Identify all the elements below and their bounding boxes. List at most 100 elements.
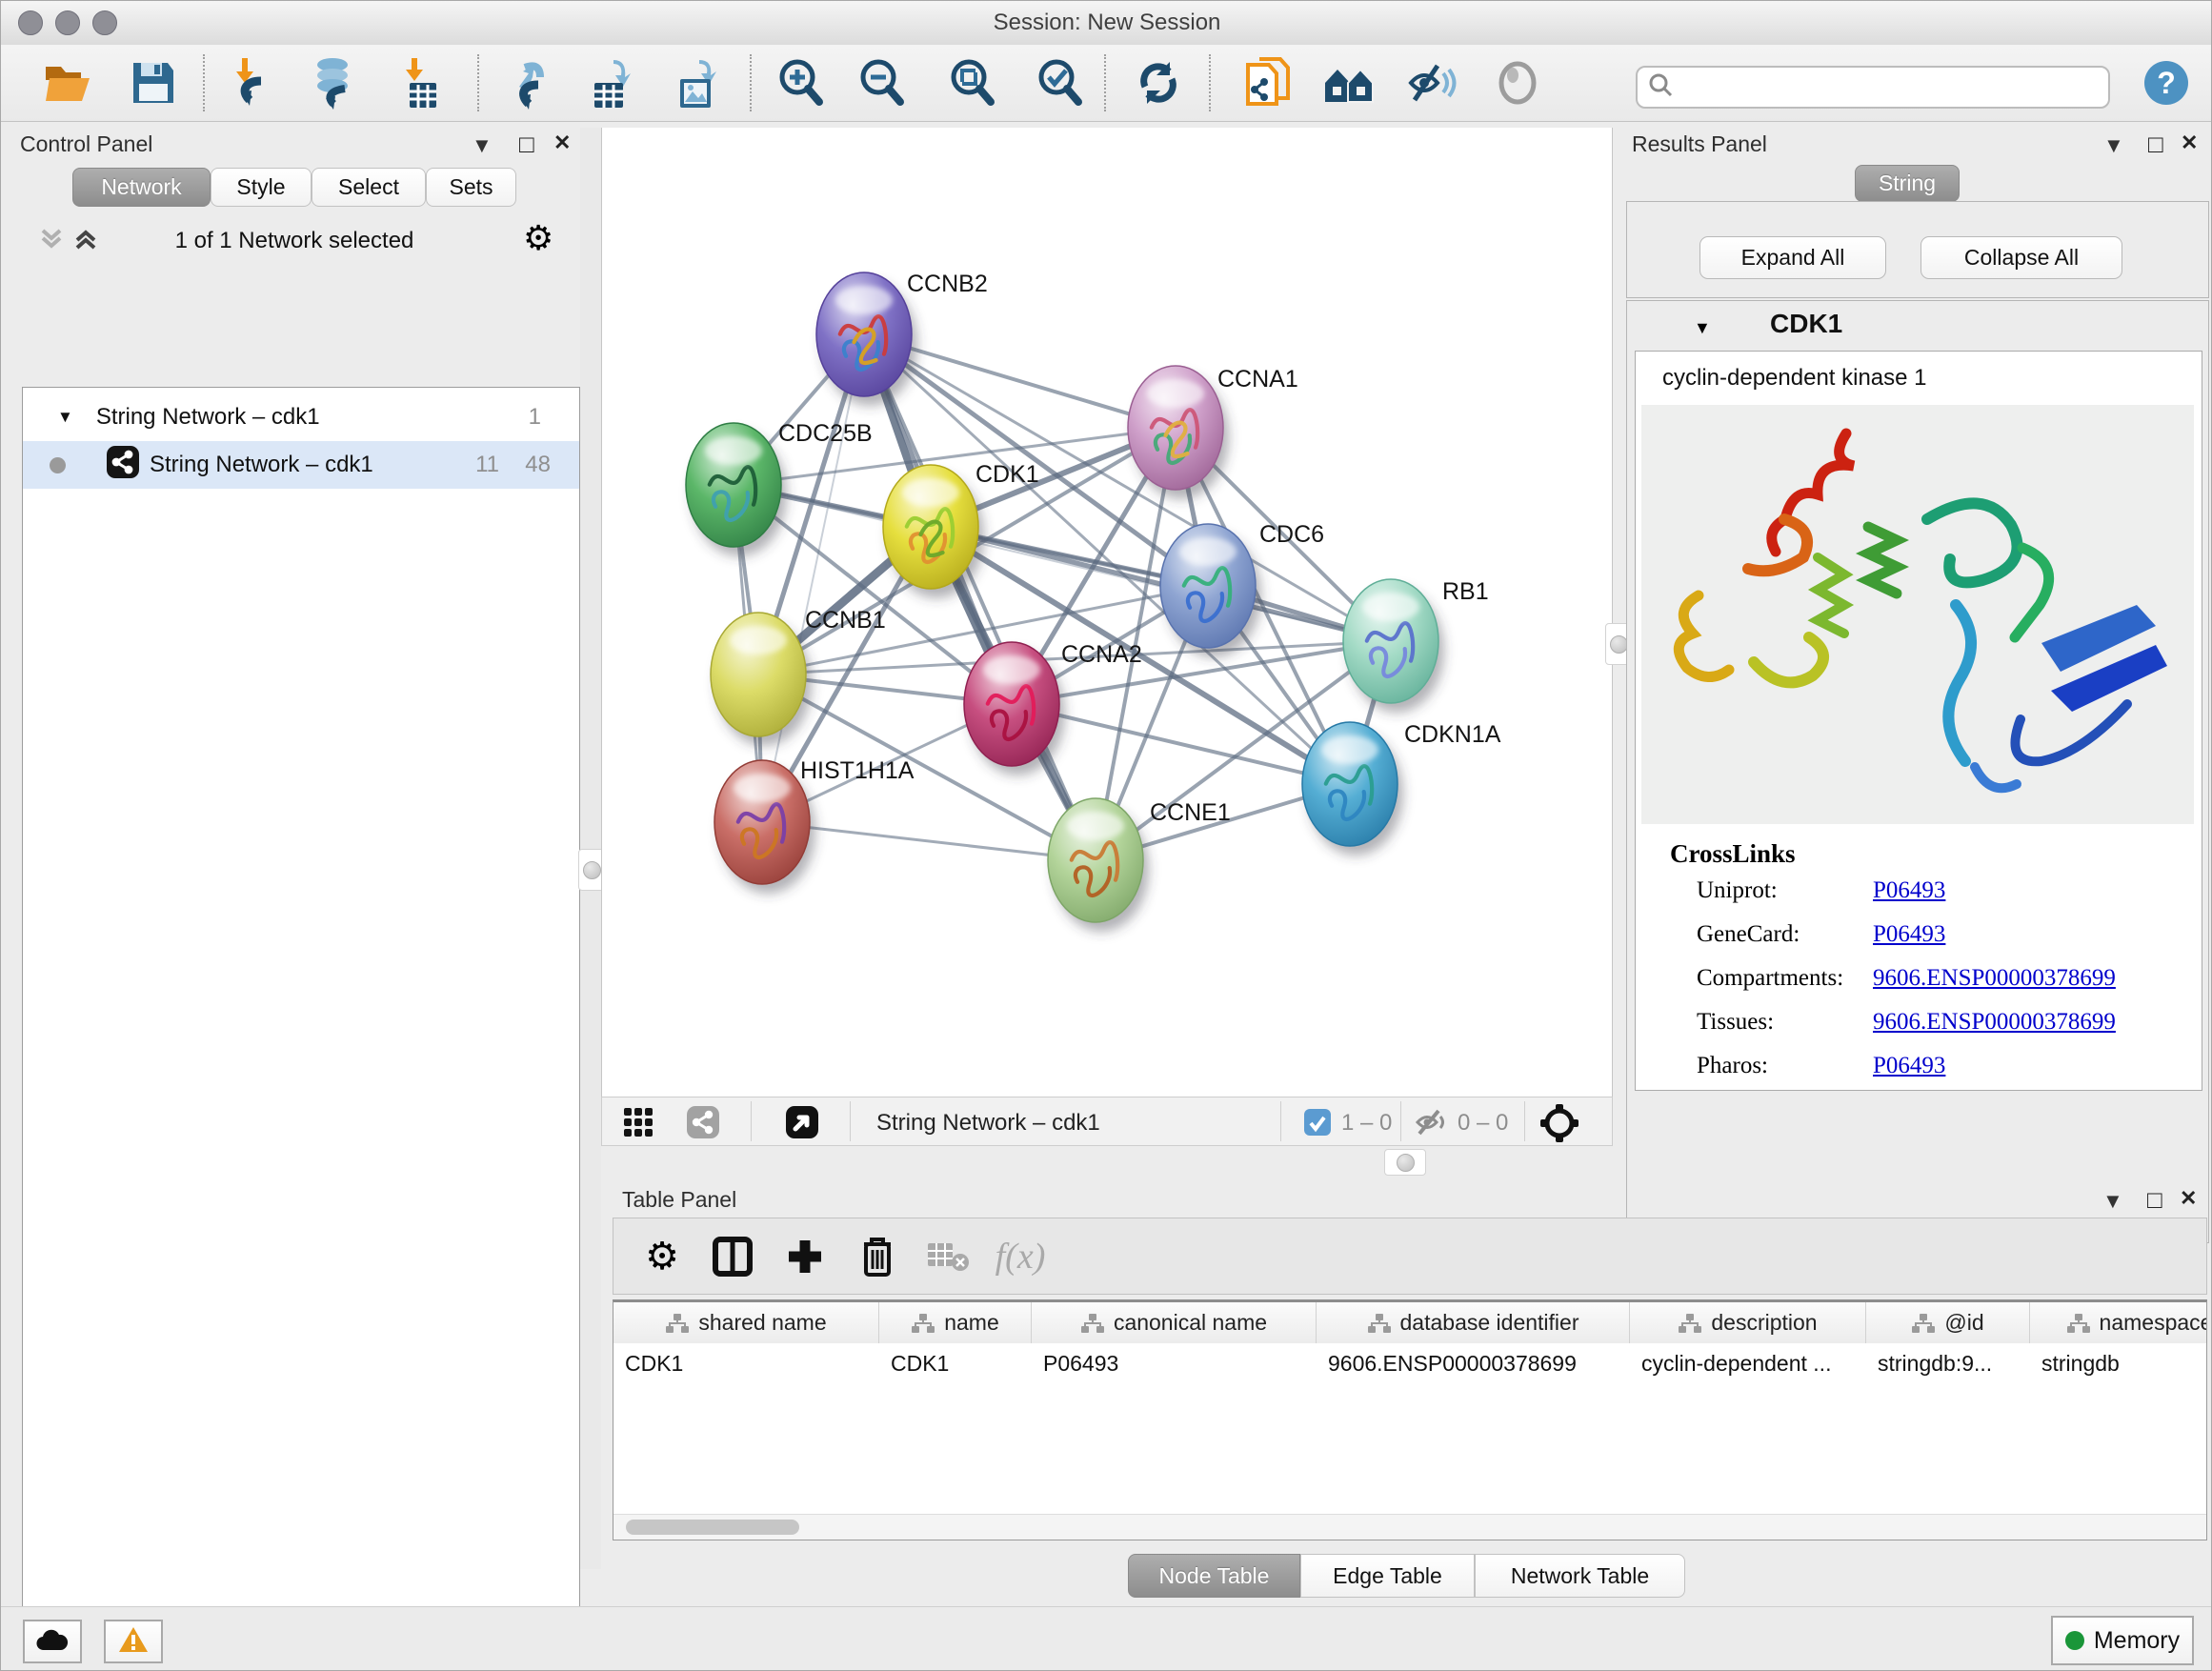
network-node-CCNE1[interactable]: CCNE1 <box>1048 798 1231 932</box>
warning-button[interactable] <box>104 1620 163 1663</box>
eye-icon[interactable] <box>1489 56 1546 110</box>
network-node-CCNB1[interactable]: CCNB1 <box>711 607 886 746</box>
tab-edge-table[interactable]: Edge Table <box>1300 1554 1475 1598</box>
cloud-button[interactable] <box>23 1620 82 1663</box>
expand-all-button[interactable]: Expand All <box>1699 236 1886 279</box>
tab-select[interactable]: Select <box>312 168 426 207</box>
panel-close-icon[interactable]: ✕ <box>2181 132 2198 153</box>
network-collection-row[interactable]: ▼ String Network – cdk1 1 <box>23 393 579 441</box>
import-network-icon[interactable] <box>222 56 279 110</box>
column-header-canonical-name[interactable]: canonical name <box>1032 1302 1317 1343</box>
function-builder-icon[interactable]: f(x) <box>993 1230 1048 1283</box>
collapse-all-button[interactable]: Collapse All <box>1920 236 2122 279</box>
network-canvas[interactable]: CCNB2CCNA1CDC25BCDK1CDC6RB1CCNB1CCNA2CDK… <box>601 128 1613 1097</box>
panel-menu-arrow-icon[interactable]: ▼ <box>2103 135 2124 156</box>
import-table-icon[interactable] <box>392 56 449 110</box>
save-session-icon[interactable] <box>125 56 182 110</box>
tab-node-table[interactable]: Node Table <box>1128 1554 1300 1598</box>
zoom-in-icon[interactable] <box>773 56 830 110</box>
node-label-CCNE1: CCNE1 <box>1150 799 1231 826</box>
network-node-CDC25B[interactable]: CDC25B <box>686 420 873 556</box>
delete-column-icon[interactable] <box>850 1230 905 1283</box>
horizontal-splitter-handle[interactable] <box>1384 1149 1426 1176</box>
delete-table-icon[interactable] <box>920 1230 975 1283</box>
network-node-CCNB2[interactable]: CCNB2 <box>816 271 988 406</box>
string-home-icon[interactable] <box>1320 56 1377 110</box>
table-cell[interactable]: stringdb <box>2030 1343 2207 1383</box>
column-header-shared-name[interactable]: shared name <box>613 1302 879 1343</box>
zoom-selected-icon[interactable] <box>1032 56 1089 110</box>
share-network-icon[interactable] <box>686 1105 720 1144</box>
birds-eye-view-icon[interactable] <box>785 1105 819 1144</box>
grid-view-icon[interactable] <box>623 1107 654 1142</box>
collection-expander-icon[interactable]: ▼ <box>57 408 73 427</box>
column-header-name[interactable]: name <box>879 1302 1032 1343</box>
protein-structure-image[interactable] <box>1641 405 2194 824</box>
column-header--id[interactable]: @id <box>1866 1302 2030 1343</box>
memory-button[interactable]: Memory <box>2051 1616 2194 1665</box>
collection-count: 1 <box>529 404 541 431</box>
network-node-CCNA1[interactable]: CCNA1 <box>1128 366 1298 499</box>
panel-float-icon[interactable]: □ <box>2147 1187 2162 1212</box>
network-options-gear-icon[interactable]: ⚙ <box>523 219 553 258</box>
tab-network-table[interactable]: Network Table <box>1475 1554 1685 1598</box>
hscrollbar-thumb[interactable] <box>626 1520 799 1535</box>
network-node-HIST1H1A[interactable]: HIST1H1A <box>714 757 915 894</box>
refresh-icon[interactable] <box>1130 56 1187 110</box>
horizontal-splitter[interactable] <box>601 1146 1613 1179</box>
hide-unhide-icon[interactable] <box>1404 56 1461 110</box>
import-database-icon[interactable] <box>304 56 361 110</box>
zoom-fit-icon[interactable] <box>944 56 1001 110</box>
search-input[interactable] <box>1683 70 2108 106</box>
table-cell[interactable]: P06493 <box>1032 1343 1317 1383</box>
network-row-selected[interactable]: String Network – cdk1 11 48 <box>23 441 579 489</box>
show-columns-icon[interactable] <box>705 1230 760 1283</box>
panel-close-icon[interactable]: ✕ <box>553 132 571 153</box>
crosslink-value-link[interactable]: P06493 <box>1873 1053 1945 1079</box>
crosslink-value-link[interactable]: 9606.ENSP00000378699 <box>1873 1009 2116 1036</box>
window-title: Session: New Session <box>1 10 2212 36</box>
share-document-icon[interactable] <box>1239 56 1297 110</box>
export-network-icon[interactable] <box>501 56 558 110</box>
network-edge[interactable] <box>762 334 864 822</box>
panel-float-icon[interactable]: □ <box>519 131 534 156</box>
column-header-description[interactable]: description <box>1630 1302 1866 1343</box>
hidden-eye-icon[interactable] <box>1414 1108 1452 1141</box>
export-image-icon[interactable] <box>668 56 725 110</box>
status-bar: Memory <box>1 1606 2212 1671</box>
panel-float-icon[interactable]: □ <box>2148 131 2163 156</box>
crosslink-value-link[interactable]: P06493 <box>1873 877 1945 904</box>
table-hscrollbar[interactable] <box>613 1514 2206 1540</box>
table-settings-gear-icon[interactable]: ⚙ <box>634 1230 690 1283</box>
add-column-icon[interactable] <box>777 1230 833 1283</box>
panel-menu-arrow-icon[interactable]: ▼ <box>2102 1191 2123 1212</box>
open-session-icon[interactable] <box>39 56 96 110</box>
network-graph[interactable]: CCNB2CCNA1CDC25BCDK1CDC6RB1CCNB1CCNA2CDK… <box>602 128 1612 1095</box>
tab-style[interactable]: Style <box>211 168 312 207</box>
selected-checkbox-icon[interactable] <box>1303 1108 1332 1141</box>
zoom-out-icon[interactable] <box>854 56 911 110</box>
panel-menu-arrow-icon[interactable]: ▼ <box>472 135 493 156</box>
fit-selected-crosshair-icon[interactable] <box>1539 1103 1579 1148</box>
tab-string[interactable]: String <box>1855 165 1960 202</box>
table-cell[interactable]: CDK1 <box>879 1343 1032 1383</box>
table-cell[interactable]: 9606.ENSP00000378699 <box>1317 1343 1630 1383</box>
tab-network[interactable]: Network <box>72 168 211 207</box>
table-cell[interactable]: cyclin-dependent ... <box>1630 1343 1866 1383</box>
export-table-icon[interactable] <box>582 56 639 110</box>
panel-close-icon[interactable]: ✕ <box>2180 1188 2197 1209</box>
crosslink-label: GeneCard: <box>1697 921 1800 947</box>
section-expander-icon[interactable]: ▼ <box>1694 318 1711 338</box>
column-header-namespace[interactable]: namespace <box>2030 1302 2207 1343</box>
network-node-RB1[interactable]: RB1 <box>1343 578 1489 713</box>
network-list: ▼ String Network – cdk1 1 String Network… <box>22 387 580 1671</box>
table-cell[interactable]: CDK1 <box>613 1343 879 1383</box>
crosslink-value-link[interactable]: P06493 <box>1873 921 1945 948</box>
table-cell[interactable]: stringdb:9... <box>1866 1343 2030 1383</box>
crosslink-value-link[interactable]: 9606.ENSP00000378699 <box>1873 965 2116 992</box>
protein-description: cyclin-dependent kinase 1 <box>1662 365 1927 392</box>
tab-sets[interactable]: Sets <box>426 168 516 207</box>
network-node-CDKN1A[interactable]: CDKN1A <box>1302 721 1501 856</box>
column-header-database-identifier[interactable]: database identifier <box>1317 1302 1630 1343</box>
help-icon[interactable]: ? <box>2138 56 2195 110</box>
